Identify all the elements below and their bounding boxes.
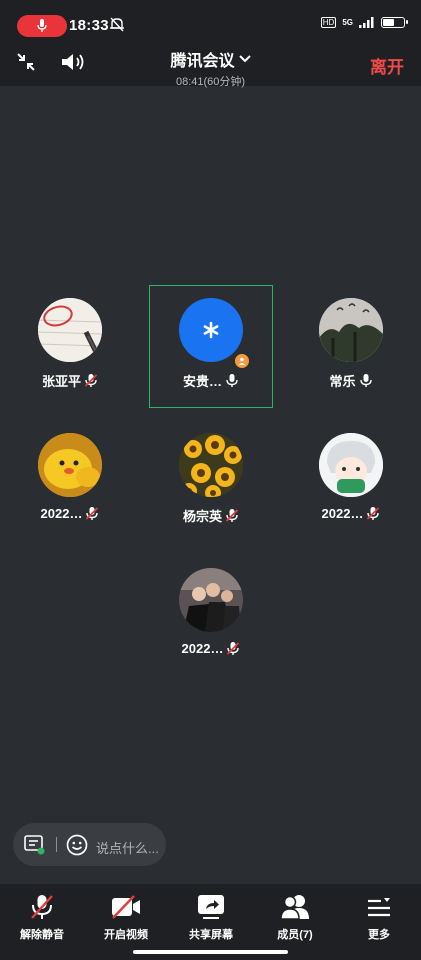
participant-name: 张亚平 — [41, 374, 81, 389]
share-screen-label: 共享屏幕 — [189, 929, 233, 941]
mic-muted-icon — [367, 507, 380, 520]
participant-name: 2022… — [40, 506, 83, 521]
more-button[interactable]: 更多 — [339, 892, 419, 942]
participant-tile[interactable]: 张亚平 — [8, 298, 132, 390]
battery-icon — [381, 17, 408, 28]
status-bar: 18:33 HD 5G — [0, 0, 421, 46]
avatar — [319, 298, 383, 362]
clock: 18:33 — [69, 17, 109, 34]
unmute-button[interactable]: 解除静音 — [2, 892, 82, 942]
participant-tile[interactable]: 杨宗英 — [149, 433, 273, 525]
chat-placeholder[interactable]: 说点什么... — [96, 838, 159, 857]
avatar-image — [38, 298, 102, 362]
mic-muted-icon — [31, 895, 53, 919]
participant-name: 安贵… — [182, 374, 222, 389]
avatar — [179, 433, 243, 497]
meeting-title-block[interactable]: 腾讯会议 08:41(60分钟) — [0, 46, 421, 89]
mic-muted-icon — [84, 374, 98, 387]
meeting-duration: 08:41(60分钟) — [175, 76, 246, 88]
notification-muted-icon — [110, 17, 124, 32]
asterisk-icon — [203, 321, 219, 339]
chevron-down-icon — [238, 55, 251, 63]
more-label: 更多 — [368, 929, 390, 941]
members-icon — [280, 895, 309, 920]
divider — [56, 837, 57, 852]
leave-button[interactable]: 离开 — [370, 53, 404, 78]
participant-name: 2022… — [181, 641, 224, 656]
recording-mic-indicator[interactable] — [17, 15, 67, 37]
participant-name: 2022… — [321, 506, 364, 521]
meeting-title-text: 腾讯会议 — [170, 53, 235, 70]
menu-icon — [368, 898, 390, 917]
home-indicator[interactable] — [133, 950, 288, 954]
bottom-toolbar: 解除静音 开启视频 共享屏幕 成员(7) 更多 — [0, 884, 421, 960]
hd-badge: HD — [320, 17, 337, 28]
host-badge-icon — [234, 353, 250, 369]
chat-list-icon[interactable] — [24, 835, 46, 855]
start-video-label: 开启视频 — [104, 929, 148, 941]
avatar — [179, 568, 243, 632]
participant-tile[interactable]: 常乐 — [289, 298, 413, 390]
start-video-button[interactable]: 开启视频 — [86, 892, 166, 942]
participant-tile[interactable]: 2022… — [289, 433, 413, 521]
members-button[interactable]: 成员(7) — [255, 892, 335, 942]
participant-name: 常乐 — [329, 374, 356, 389]
meeting-title[interactable]: 腾讯会议 — [170, 47, 251, 71]
avatar — [319, 433, 383, 497]
mic-muted-icon — [86, 507, 99, 520]
emoji-icon[interactable] — [66, 834, 88, 856]
mic-muted-icon — [227, 642, 240, 655]
avatar — [179, 298, 250, 369]
share-screen-button[interactable]: 共享屏幕 — [171, 892, 251, 942]
avatar-image — [179, 433, 243, 497]
avatar — [38, 298, 102, 362]
members-label: 成员(7) — [277, 929, 313, 941]
battery-level — [383, 19, 395, 26]
video-off-icon — [112, 895, 140, 919]
participant-tile[interactable]: 2022… — [149, 568, 273, 656]
avatar-image — [38, 433, 102, 497]
mic-muted-icon — [225, 509, 239, 522]
microphone-icon — [37, 19, 47, 32]
mic-on-icon — [359, 374, 372, 387]
avatar-image — [319, 433, 383, 497]
avatar — [38, 433, 102, 497]
avatar-image — [319, 298, 383, 362]
participant-name: 杨宗英 — [182, 509, 222, 524]
signal-icon — [359, 17, 374, 28]
unmute-label: 解除静音 — [20, 929, 64, 941]
network-type: 5G — [342, 17, 353, 27]
participant-tile-active-speaker[interactable]: 安贵… — [149, 285, 273, 408]
participant-tile[interactable]: 2022… — [8, 433, 132, 521]
avatar-image — [179, 568, 243, 632]
share-screen-icon — [198, 895, 224, 919]
mic-on-icon — [226, 374, 238, 387]
chat-input-bar[interactable]: 说点什么... — [13, 823, 166, 866]
meeting-header: 腾讯会议 08:41(60分钟) 离开 — [0, 46, 421, 89]
